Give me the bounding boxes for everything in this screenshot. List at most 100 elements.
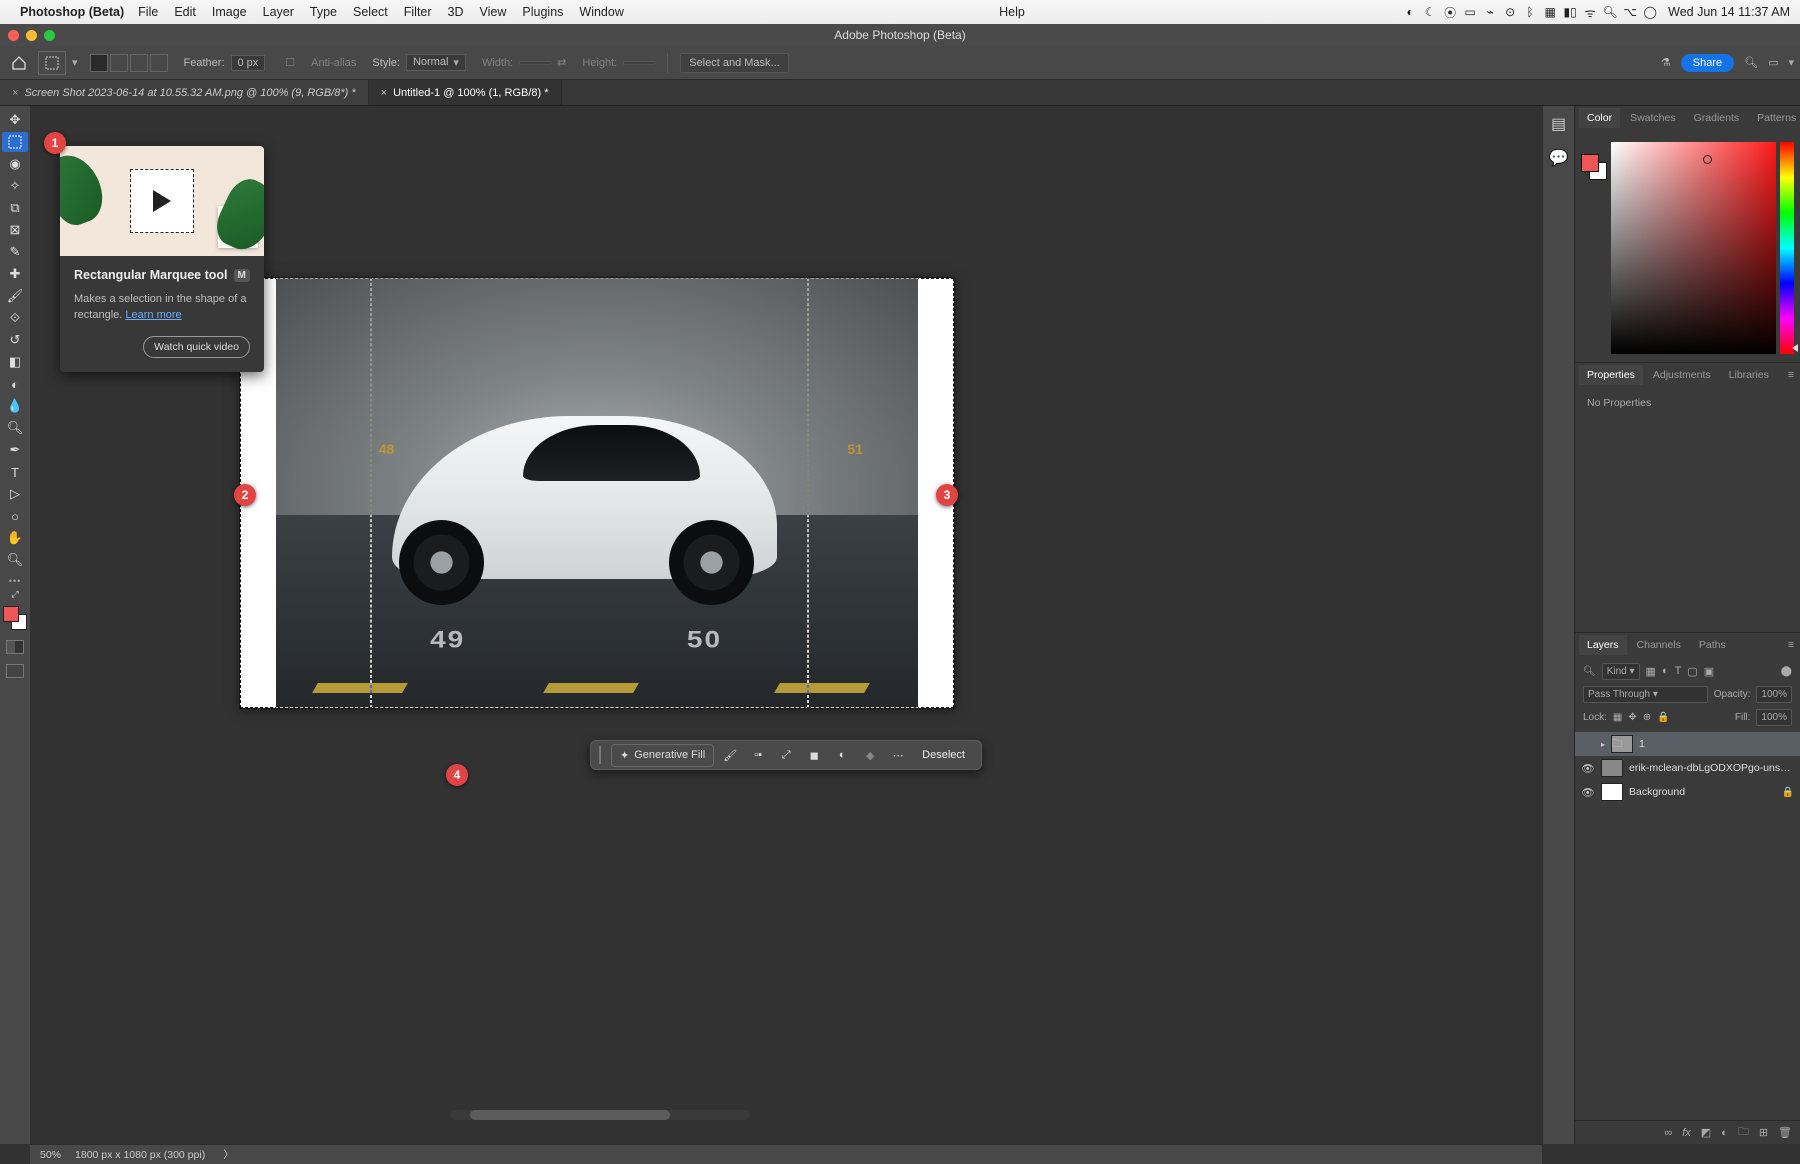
filter-type-icon[interactable]: T bbox=[1675, 665, 1682, 678]
layer-name[interactable]: Background bbox=[1629, 786, 1776, 798]
layer-thumbnail[interactable] bbox=[1601, 759, 1623, 777]
tab-color[interactable]: Color bbox=[1579, 108, 1620, 128]
hue-pointer-icon[interactable] bbox=[1792, 344, 1798, 352]
eraser-tool-icon[interactable]: ◧ bbox=[2, 352, 28, 372]
color-picker-ring[interactable] bbox=[1703, 155, 1712, 164]
status-siri-icon[interactable]: ◯ bbox=[1640, 5, 1660, 19]
document-canvas[interactable]: 48 49 51 49 50 bbox=[240, 278, 954, 708]
layer-item[interactable]: 👁 erik-mclean-dbLgODXOPgo-unsplash bbox=[1575, 756, 1800, 780]
screenmode-icon[interactable] bbox=[6, 664, 24, 678]
subtract-selection-icon[interactable]: ▫▪ bbox=[746, 743, 770, 767]
hand-tool-icon[interactable]: ✋ bbox=[2, 528, 28, 548]
drag-handle-icon[interactable] bbox=[599, 746, 603, 764]
search-icon[interactable]: 🔍︎ bbox=[1744, 56, 1758, 69]
menu-3d[interactable]: 3D bbox=[448, 5, 464, 19]
move-tool-icon[interactable]: ✥ bbox=[2, 110, 28, 130]
menu-plugins[interactable]: Plugins bbox=[522, 5, 563, 19]
marquee-tool-icon[interactable] bbox=[2, 132, 28, 152]
edit-toolbar-icon[interactable]: ••• bbox=[9, 576, 21, 586]
layer-filter-kind[interactable]: Kind ▾ bbox=[1602, 663, 1640, 680]
beaker-icon[interactable]: ⚗ bbox=[1661, 56, 1671, 69]
deselect-button[interactable]: Deselect bbox=[914, 745, 973, 765]
tab-channels[interactable]: Channels bbox=[1629, 635, 1689, 655]
menu-layer[interactable]: Layer bbox=[263, 5, 294, 19]
quickmask-icon[interactable] bbox=[6, 640, 24, 654]
selection-new-icon[interactable] bbox=[90, 54, 108, 72]
filter-smart-icon[interactable]: ▣ bbox=[1704, 665, 1714, 678]
gradient-tool-icon[interactable]: ◐ bbox=[2, 374, 28, 394]
status-battery-icon[interactable]: ▮▯ bbox=[1560, 5, 1580, 19]
brush-selection-icon[interactable]: 🖌 bbox=[718, 743, 742, 767]
zoom-level[interactable]: 50% bbox=[40, 1149, 61, 1161]
tab-gradients[interactable]: Gradients bbox=[1686, 108, 1748, 128]
fill-icon[interactable]: ◆ bbox=[858, 743, 882, 767]
status-icon[interactable]: ▦ bbox=[1540, 5, 1560, 19]
color-field[interactable] bbox=[1611, 142, 1776, 354]
wand-tool-icon[interactable]: ✧ bbox=[2, 176, 28, 196]
new-layer-icon[interactable]: ⊞ bbox=[1759, 1126, 1768, 1139]
filter-toggle-icon[interactable]: ⬤ bbox=[1781, 666, 1792, 677]
generative-fill-button[interactable]: ✦ Generative Fill bbox=[611, 744, 714, 767]
blend-mode-select[interactable]: Pass Through ▾ bbox=[1583, 686, 1708, 703]
color-swatches[interactable] bbox=[3, 606, 27, 630]
current-tool-preset[interactable] bbox=[38, 51, 66, 75]
delete-layer-icon[interactable]: 🗑 bbox=[1778, 1126, 1792, 1139]
status-icon[interactable]: ⊙ bbox=[1500, 5, 1520, 19]
swap-colors-icon[interactable]: ⤢ bbox=[2, 588, 28, 600]
filter-pixel-icon[interactable]: ▦ bbox=[1646, 665, 1656, 678]
selection-add-icon[interactable] bbox=[110, 54, 128, 72]
status-search-icon[interactable]: 🔍︎ bbox=[1600, 5, 1620, 19]
comments-panel-icon[interactable]: 💬 bbox=[1549, 148, 1569, 168]
layer-name[interactable]: erik-mclean-dbLgODXOPgo-unsplash bbox=[1629, 762, 1794, 774]
workspace-switcher-icon[interactable]: ▭ bbox=[1768, 56, 1778, 69]
menubar-clock[interactable]: Wed Jun 14 11:37 AM bbox=[1668, 5, 1790, 19]
style-select[interactable]: Normal ▾ bbox=[406, 54, 466, 71]
menu-select[interactable]: Select bbox=[353, 5, 388, 19]
menu-help[interactable]: Help bbox=[999, 5, 1025, 19]
lock-position-icon[interactable]: ✥ bbox=[1628, 712, 1636, 723]
menu-edit[interactable]: Edit bbox=[174, 5, 196, 19]
selection-intersect-icon[interactable] bbox=[150, 54, 168, 72]
status-wifi-icon[interactable]: ᯤ bbox=[1580, 4, 1600, 21]
window-traffic-lights[interactable] bbox=[8, 30, 55, 41]
lasso-tool-icon[interactable]: ◉ bbox=[2, 154, 28, 174]
stamp-tool-icon[interactable]: ⟐ bbox=[2, 308, 28, 328]
lock-icon[interactable]: 🔒 bbox=[1782, 787, 1794, 798]
status-control-center-icon[interactable]: ⌥ bbox=[1620, 5, 1640, 19]
layer-mask-icon[interactable]: ◩ bbox=[1701, 1126, 1711, 1139]
learn-more-link[interactable]: Learn more bbox=[125, 309, 181, 321]
color-swatches-mini[interactable] bbox=[1581, 154, 1605, 178]
hue-slider[interactable] bbox=[1780, 142, 1794, 354]
status-icon[interactable]: ☾ bbox=[1420, 5, 1440, 19]
pen-tool-icon[interactable]: ✒ bbox=[2, 440, 28, 460]
menu-view[interactable]: View bbox=[480, 5, 507, 19]
layer-thumbnail[interactable] bbox=[1601, 783, 1623, 801]
selection-marquee[interactable] bbox=[370, 278, 372, 708]
tab-layers[interactable]: Layers bbox=[1579, 635, 1627, 655]
type-tool-icon[interactable]: T bbox=[2, 462, 28, 482]
status-bluetooth-icon[interactable]: ᛒ bbox=[1520, 5, 1540, 19]
blur-tool-icon[interactable]: 💧 bbox=[2, 396, 28, 416]
tab-swatches[interactable]: Swatches bbox=[1622, 108, 1684, 128]
new-adjustment-icon[interactable]: ◐ bbox=[1721, 1127, 1728, 1139]
heal-tool-icon[interactable]: ✚ bbox=[2, 264, 28, 284]
minimize-window-icon[interactable] bbox=[26, 30, 37, 41]
lock-artboard-icon[interactable]: ⊕ bbox=[1643, 712, 1651, 723]
path-select-tool-icon[interactable]: ▷ bbox=[2, 484, 28, 504]
status-folder-icon[interactable]: ▭ bbox=[1460, 5, 1480, 19]
visibility-icon[interactable]: 👁 bbox=[1581, 762, 1595, 775]
play-icon[interactable] bbox=[153, 190, 171, 212]
tab-paths[interactable]: Paths bbox=[1691, 635, 1734, 655]
panel-menu-icon[interactable]: ≡ bbox=[1782, 365, 1800, 385]
history-panel-icon[interactable]: ▤ bbox=[1551, 114, 1566, 134]
eyedropper-tool-icon[interactable]: ✎ bbox=[2, 242, 28, 262]
menu-file[interactable]: File bbox=[138, 5, 158, 19]
select-and-mask-button[interactable]: Select and Mask... bbox=[680, 53, 789, 73]
foreground-color[interactable] bbox=[3, 606, 19, 622]
layer-name[interactable]: 1 bbox=[1639, 738, 1794, 750]
zoom-window-icon[interactable] bbox=[44, 30, 55, 41]
scrollbar-thumb[interactable] bbox=[470, 1110, 670, 1120]
new-group-icon[interactable]: 🗀 bbox=[1738, 1123, 1749, 1142]
filter-shape-icon[interactable]: ▢ bbox=[1687, 665, 1697, 678]
horizontal-scrollbar[interactable] bbox=[450, 1110, 750, 1120]
